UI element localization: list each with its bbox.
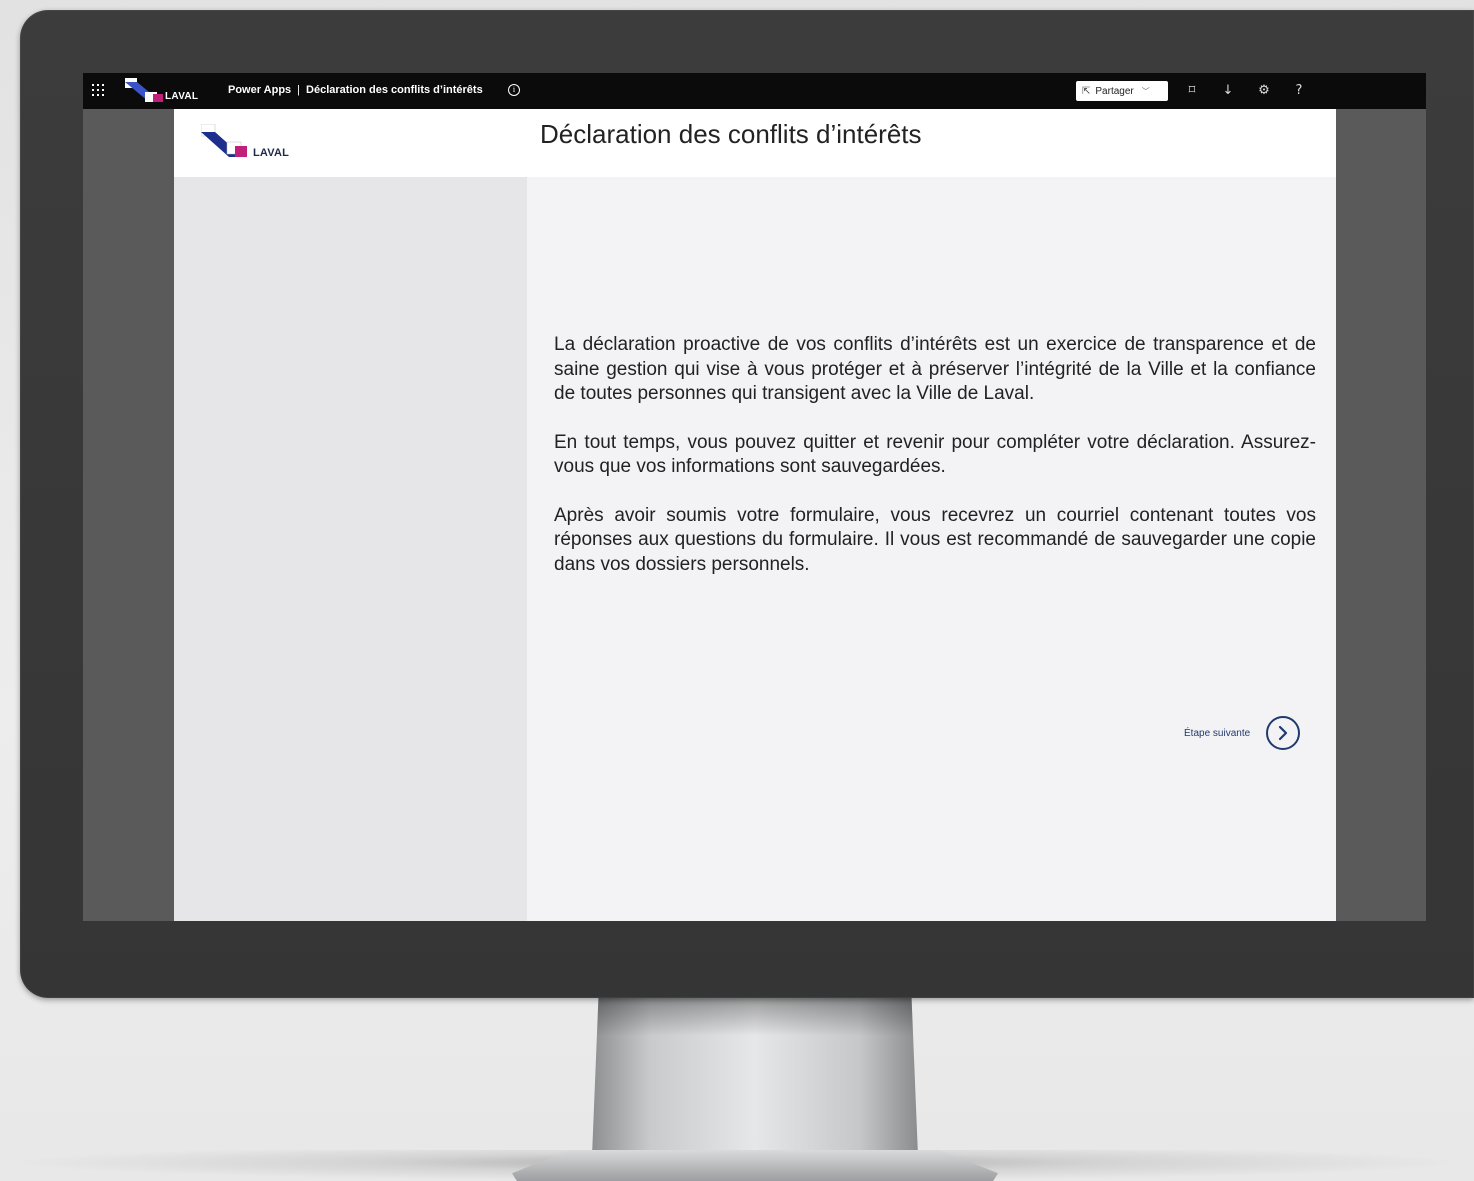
screen: LAVAL Power Apps | Déclaration des conflit… — [83, 73, 1426, 921]
title-separator: | — [297, 84, 301, 96]
next-step-label[interactable]: Étape suivante — [1184, 728, 1250, 739]
monitor-stand-base — [512, 1150, 998, 1181]
chevron-down-icon: ﹀ — [1141, 86, 1150, 96]
app-name: Power Apps — [228, 84, 292, 96]
fit-to-screen-icon[interactable]: ⌑ — [1184, 82, 1200, 100]
intro-text: La déclaration proactive de vos conflits… — [554, 333, 1316, 601]
info-icon[interactable]: i — [508, 84, 520, 96]
share-button[interactable]: ⇱ Partager ﹀ — [1076, 81, 1168, 101]
share-icon: ⇱ — [1082, 85, 1091, 97]
topbar-title: Power Apps | Déclaration des conflits d’in… — [228, 84, 483, 96]
help-icon[interactable]: ? — [1291, 82, 1307, 100]
topbar-logo-text: LAVAL — [165, 91, 199, 102]
monitor-stand-neck — [592, 996, 918, 1156]
app-title: Déclaration des conflits d’intérêts — [306, 84, 483, 96]
next-step-button[interactable] — [1266, 716, 1301, 750]
page-title: Déclaration des conflits d’intérêts — [540, 119, 922, 149]
intro-paragraph: La déclaration proactive de vos conflits… — [554, 334, 1316, 404]
next-step-control[interactable]: Étape suivante — [1184, 716, 1301, 750]
app-header: LAVAL Déclaration des conflits d’intérêt… — [174, 109, 1336, 177]
intro-paragraph: En tout temps, vous pouvez quitter et re… — [554, 431, 1316, 478]
waffle-icon[interactable] — [92, 84, 106, 98]
share-label: Partager — [1095, 85, 1134, 97]
chevron-right-icon — [1279, 725, 1288, 741]
settings-icon[interactable]: ⚙ — [1256, 82, 1272, 100]
power-apps-topbar: LAVAL Power Apps | Déclaration des conflit… — [83, 73, 1426, 109]
intro-paragraph: Après avoir soumis votre formulaire, vou… — [554, 504, 1316, 575]
download-icon[interactable]: ↓ — [1220, 82, 1236, 100]
header-logo-text: LAVAL — [253, 147, 290, 159]
app-canvas: LAVAL Déclaration des conflits d’intérêt… — [174, 109, 1336, 921]
side-panel — [174, 177, 527, 921]
